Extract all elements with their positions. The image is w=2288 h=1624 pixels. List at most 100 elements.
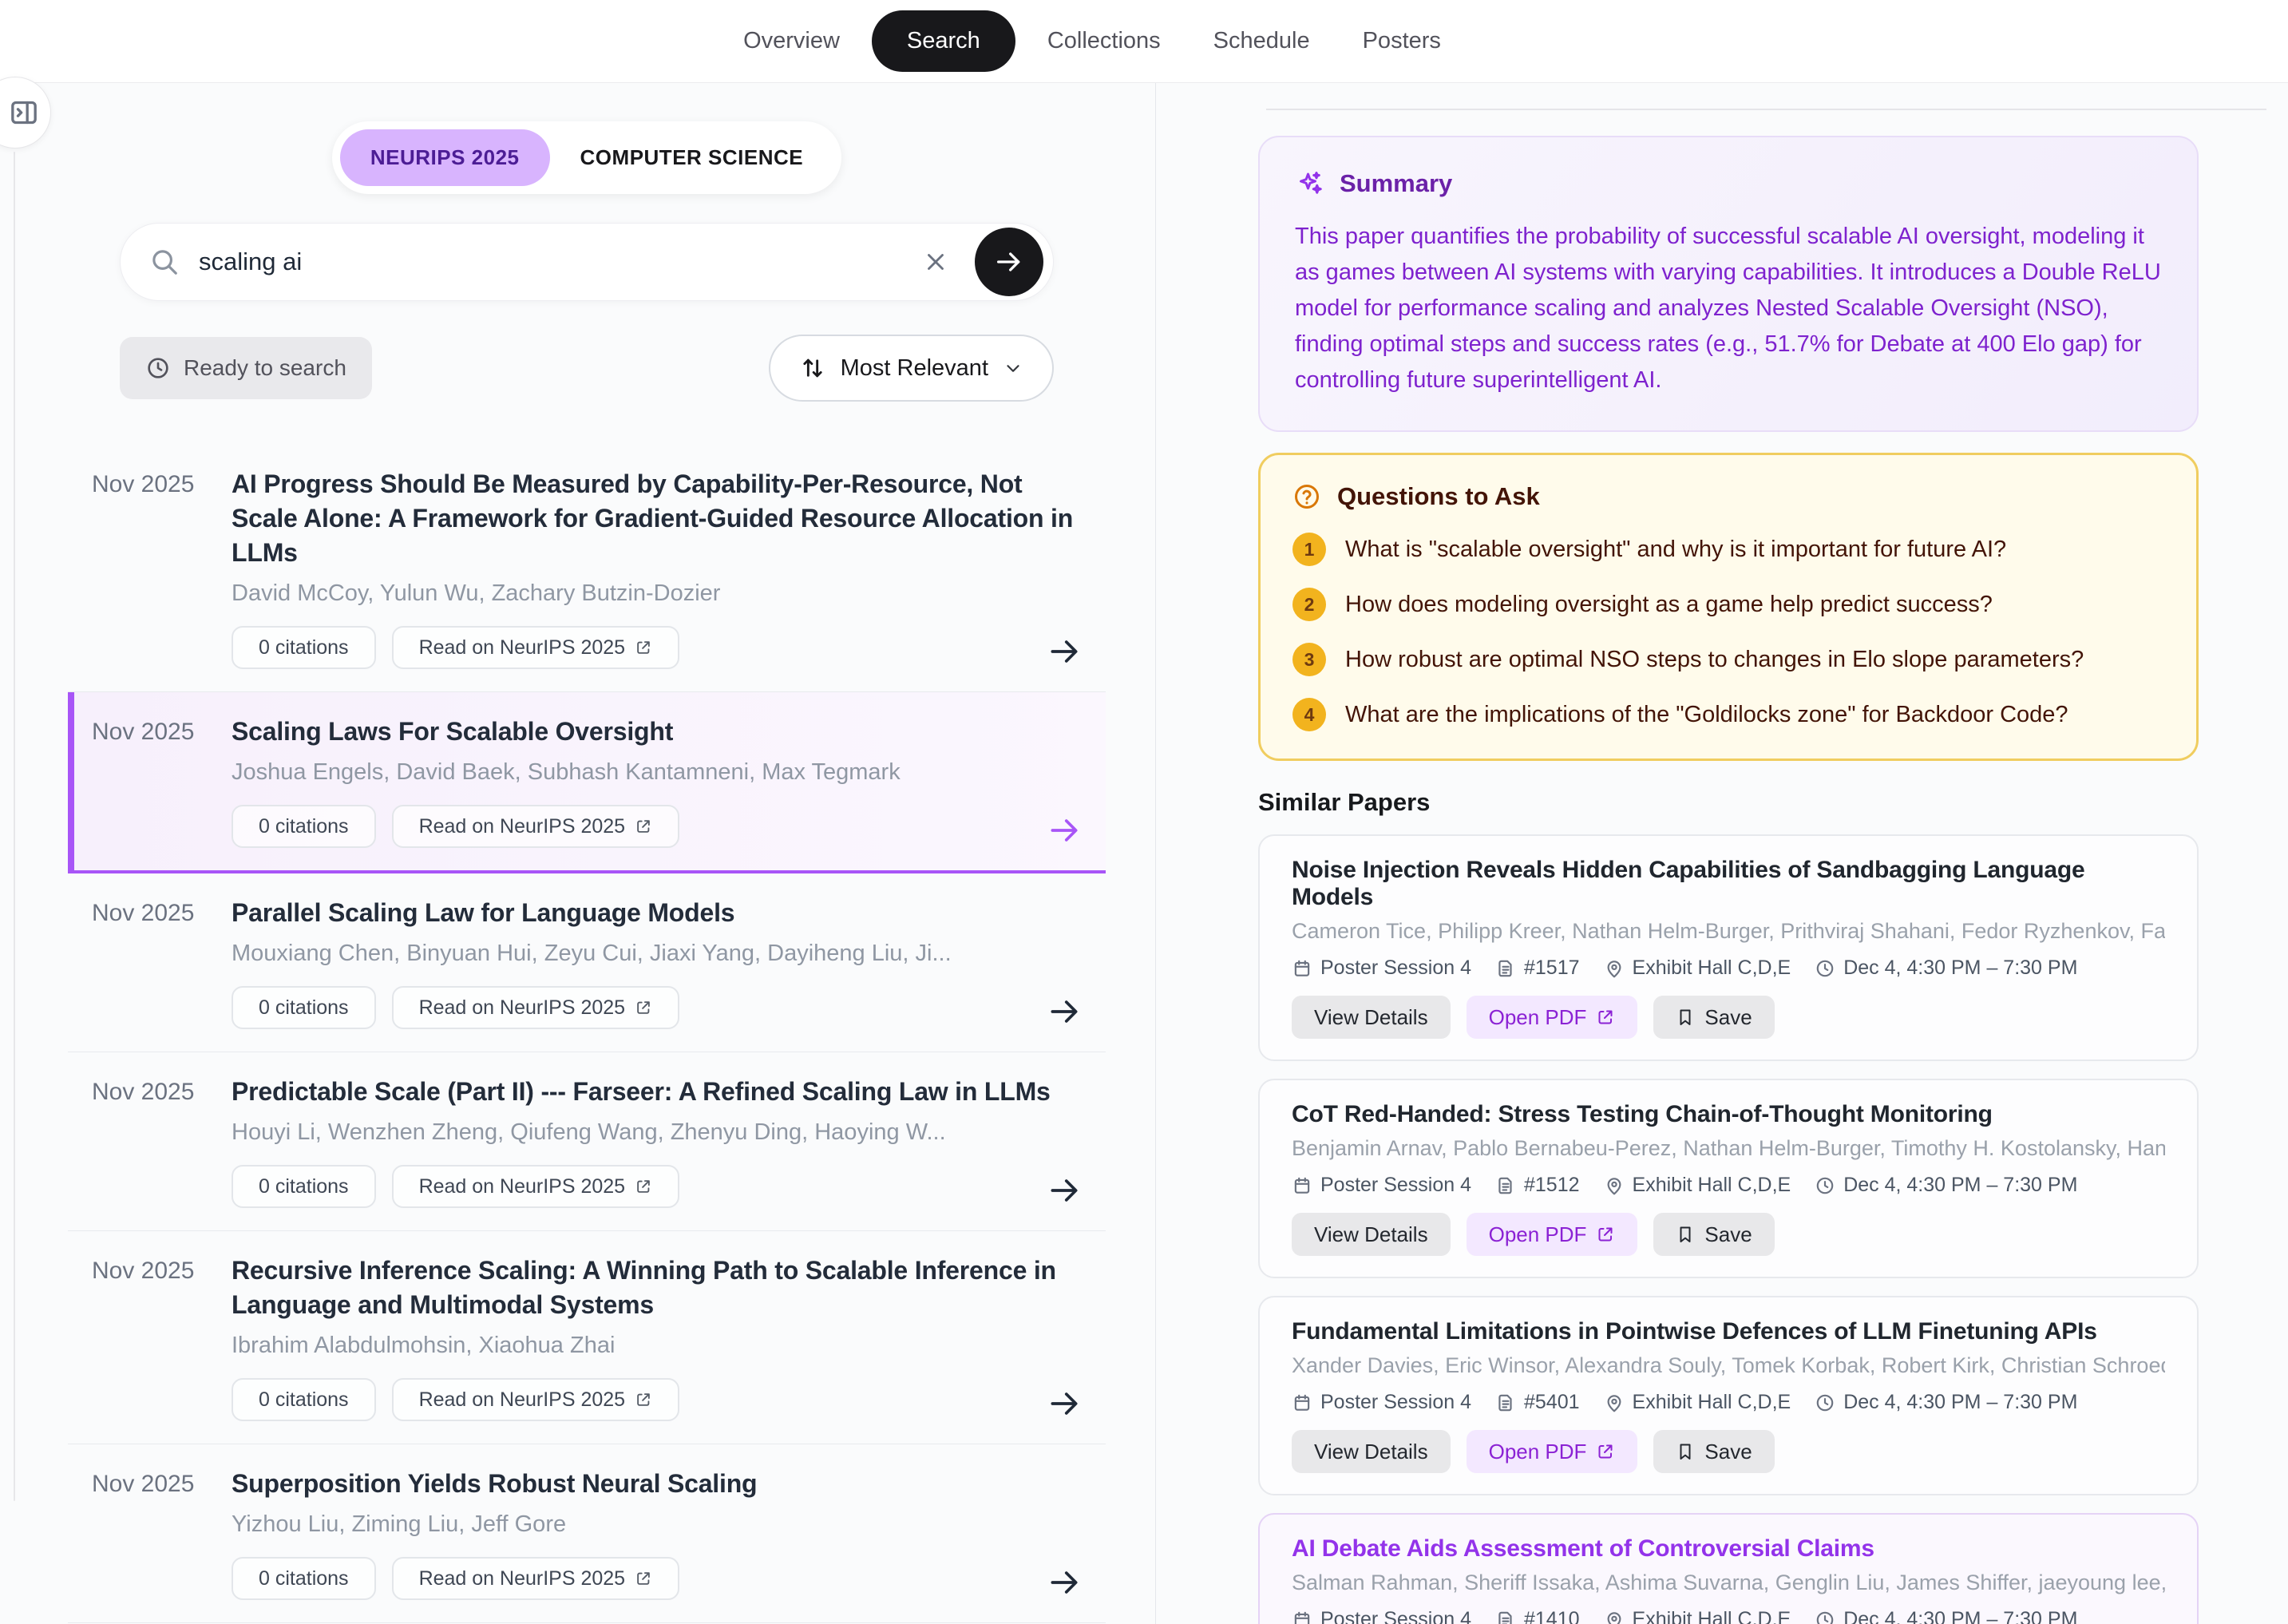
location-meta: Exhibit Hall C,D,E [1604, 1174, 1791, 1197]
result-title[interactable]: Parallel Scaling Law for Language Models [232, 896, 1082, 930]
read-on-neurips-link[interactable]: Read on NeurIPS 2025 [392, 1378, 680, 1421]
citations-badge[interactable]: 0 citations [232, 986, 376, 1029]
question-text: How robust are optimal NSO steps to chan… [1345, 647, 2084, 673]
calendar-icon [1292, 1610, 1312, 1624]
result-row[interactable]: Nov 2025Parallel Scaling Law for Languag… [68, 873, 1106, 1052]
time-meta: Dec 4, 4:30 PM – 7:30 PM [1815, 1391, 2077, 1414]
arrow-right-icon[interactable] [1047, 634, 1082, 669]
save-button[interactable]: Save [1653, 1430, 1774, 1473]
search-panel: NEURIPS 2025COMPUTER SCIENCE Ready to se… [0, 83, 1155, 1624]
nav-items: OverviewSearchCollectionsSchedulePosters [722, 10, 1462, 72]
result-title[interactable]: Recursive Inference Scaling: A Winning P… [232, 1254, 1082, 1322]
result-content: Predictable Scale (Part II) --- Farseer:… [220, 1075, 1082, 1208]
nav-item-posters[interactable]: Posters [1342, 14, 1462, 69]
external-link-icon [635, 1570, 652, 1587]
sort-dropdown[interactable]: Most Relevant [769, 335, 1054, 402]
clock-icon [145, 355, 171, 381]
document-icon [1495, 1610, 1516, 1624]
read-on-neurips-link[interactable]: Read on NeurIPS 2025 [392, 1165, 680, 1208]
sparkles-icon [1295, 169, 1324, 198]
external-link-icon [635, 639, 652, 656]
clock-icon [1815, 1175, 1835, 1196]
document-icon [1495, 958, 1516, 979]
open-pdf-button[interactable]: Open PDF [1467, 1430, 1638, 1473]
nav-item-overview[interactable]: Overview [722, 14, 861, 69]
similar-paper-card: Noise Injection Reveals Hidden Capabilit… [1258, 834, 2199, 1061]
view-details-button[interactable]: View Details [1292, 996, 1451, 1039]
citations-badge[interactable]: 0 citations [232, 805, 376, 848]
citations-badge[interactable]: 0 citations [232, 626, 376, 669]
calendar-icon [1292, 1392, 1312, 1413]
result-content: Parallel Scaling Law for Language Models… [220, 896, 1082, 1029]
arrow-right-icon[interactable] [1047, 1173, 1082, 1208]
result-title[interactable]: Superposition Yields Robust Neural Scali… [232, 1467, 1082, 1501]
search-bar[interactable] [120, 223, 1054, 301]
read-on-neurips-link[interactable]: Read on NeurIPS 2025 [392, 1557, 680, 1600]
result-row[interactable]: Nov 2025 Scaling Laws For Scalable Oversi… [68, 692, 1106, 873]
question-item: 3 How robust are optimal NSO steps to cha… [1292, 643, 2164, 676]
time-meta: Dec 4, 4:30 PM – 7:30 PM [1815, 957, 2077, 980]
scope-pill-cs[interactable]: COMPUTER SCIENCE [550, 129, 834, 186]
search-icon [149, 247, 180, 277]
arrow-right-icon[interactable] [1047, 1565, 1082, 1600]
search-input[interactable] [199, 248, 922, 276]
bookmark-icon [1676, 1442, 1695, 1461]
citations-badge[interactable]: 0 citations [232, 1165, 376, 1208]
open-pdf-button[interactable]: Open PDF [1467, 1213, 1638, 1256]
similar-paper-title[interactable]: Fundamental Limitations in Pointwise Def… [1292, 1318, 2165, 1345]
similar-paper-title[interactable]: Noise Injection Reveals Hidden Capabilit… [1292, 857, 2165, 911]
question-text: How does modeling oversight as a game he… [1345, 592, 1993, 618]
summary-title: Summary [1340, 169, 1452, 198]
question-item: 2How does modeling oversight as a game h… [1292, 588, 2164, 621]
bookmark-icon [1676, 1008, 1695, 1027]
similar-paper-title[interactable]: AI Debate Aids Assessment of Controversi… [1292, 1535, 2165, 1563]
clear-icon[interactable] [922, 248, 949, 275]
question-text: What are the implications of the "Goldil… [1345, 702, 2068, 728]
save-button[interactable]: Save [1653, 996, 1774, 1039]
result-date: Nov 2025 [92, 715, 220, 848]
location-pin-icon [1604, 1175, 1625, 1196]
similar-paper-meta: Poster Session 4#1410Exhibit Hall C,D,ED… [1292, 1608, 2165, 1624]
result-row[interactable]: Nov 2025Superposition Yields Robust Neur… [68, 1444, 1106, 1623]
similar-papers-list: Noise Injection Reveals Hidden Capabilit… [1258, 834, 2288, 1624]
clock-icon [1815, 958, 1835, 979]
nav-item-search[interactable]: Search [872, 10, 1015, 72]
search-submit-button[interactable] [975, 228, 1043, 296]
external-link-icon [1596, 1442, 1615, 1461]
similar-paper-title[interactable]: CoT Red-Handed: Stress Testing Chain-of-… [1292, 1101, 2165, 1128]
result-title[interactable]: Scaling Laws For Scalable Oversight [232, 715, 1082, 749]
session-meta: Poster Session 4 [1292, 1174, 1471, 1197]
view-details-button[interactable]: View Details [1292, 1430, 1451, 1473]
nav-item-collections[interactable]: Collections [1027, 14, 1182, 69]
document-icon [1495, 1175, 1516, 1196]
read-on-neurips-link[interactable]: Read on NeurIPS 2025 [392, 986, 680, 1029]
citations-badge[interactable]: 0 citations [232, 1378, 376, 1421]
question-number-badge: 1 [1292, 533, 1326, 566]
arrow-right-icon[interactable] [1047, 994, 1082, 1029]
scope-pill-neurips[interactable]: NEURIPS 2025 [340, 129, 550, 186]
question-number-badge: 3 [1292, 643, 1326, 676]
citations-badge[interactable]: 0 citations [232, 1557, 376, 1600]
open-pdf-button[interactable]: Open PDF [1467, 996, 1638, 1039]
panel-toggle-icon [0, 97, 40, 129]
read-on-neurips-link[interactable]: Read on NeurIPS 2025 [392, 805, 680, 848]
arrow-right-icon[interactable] [1047, 813, 1082, 848]
clock-icon [1815, 1610, 1835, 1624]
result-row[interactable]: Nov 2025Predictable Scale (Part II) --- … [68, 1052, 1106, 1231]
result-date: Nov 2025 [92, 896, 220, 1029]
external-link-icon [1596, 1225, 1615, 1244]
view-details-button[interactable]: View Details [1292, 1213, 1451, 1256]
result-title[interactable]: AI Progress Should Be Measured by Capabi… [232, 467, 1082, 570]
result-row[interactable]: Nov 2025AI Progress Should Be Measured b… [68, 445, 1106, 692]
top-navigation: OverviewSearchCollectionsSchedulePosters [0, 0, 2288, 83]
poster-number-meta: #1410 [1495, 1608, 1580, 1624]
poster-number-meta: #1512 [1495, 1174, 1580, 1197]
nav-item-schedule[interactable]: Schedule [1193, 14, 1331, 69]
read-on-neurips-link[interactable]: Read on NeurIPS 2025 [392, 626, 680, 669]
result-row[interactable]: Nov 2025Recursive Inference Scaling: A W… [68, 1231, 1106, 1444]
save-button[interactable]: Save [1653, 1213, 1774, 1256]
result-date: Nov 2025 [92, 1254, 220, 1421]
paper-details-panel: Summary This paper quantifies the probab… [1155, 83, 2288, 1624]
arrow-right-icon[interactable] [1047, 1386, 1082, 1421]
result-title[interactable]: Predictable Scale (Part II) --- Farseer:… [232, 1075, 1082, 1109]
